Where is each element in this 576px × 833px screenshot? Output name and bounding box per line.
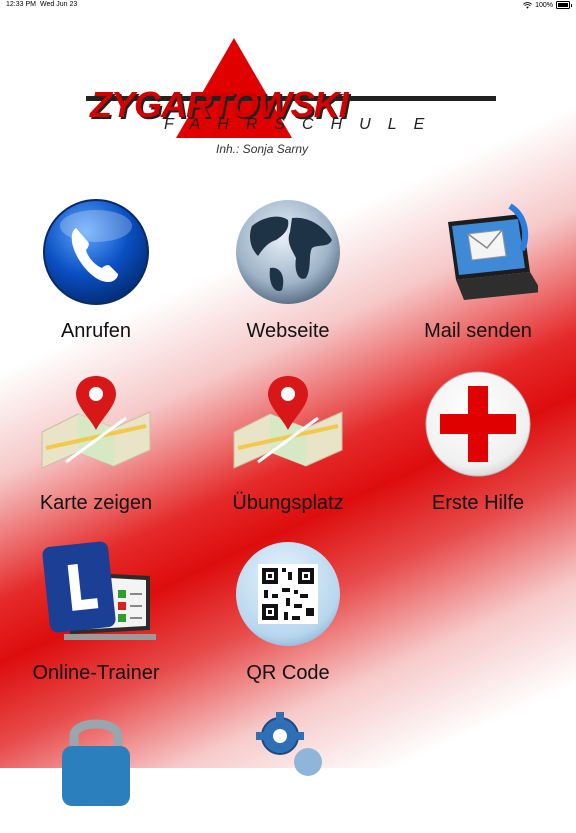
mail-laptop-icon <box>418 196 542 316</box>
tile-karte-zeigen[interactable]: Karte zeigen <box>6 368 186 515</box>
first-aid-cross-icon <box>418 368 538 488</box>
tile-settings[interactable] <box>198 708 378 832</box>
tile-uebungsplatz[interactable]: Übungsplatz <box>198 368 378 515</box>
logo-owner: Inh.: Sonja Sarny <box>216 142 309 156</box>
tile-label: Karte zeigen <box>39 492 153 514</box>
learner-trainer-icon <box>36 538 156 658</box>
tile-label: Online-Trainer <box>32 662 160 684</box>
wifi-icon <box>523 1 533 9</box>
gears-icon <box>228 708 348 828</box>
tile-qr-code[interactable]: QR Code <box>198 538 378 685</box>
battery-icon <box>556 1 572 9</box>
tile-label: Mail senden <box>424 320 532 342</box>
map-pin-icon <box>228 368 348 488</box>
tile-anrufen[interactable]: Anrufen <box>6 196 186 343</box>
logo-subtitle: FAHRSCHULE <box>164 116 442 133</box>
padlock-icon <box>36 708 156 828</box>
tile-lock[interactable] <box>6 708 186 832</box>
tile-mail-senden[interactable]: Mail senden <box>388 196 568 343</box>
tile-label: Übungsplatz <box>232 492 344 514</box>
status-bar: 12:33 PM Wed Jun 23 100% <box>0 0 576 12</box>
status-time: 12:33 PM <box>6 1 36 8</box>
map-pin-icon <box>36 368 156 488</box>
qr-code-icon <box>228 538 348 658</box>
tile-label: Webseite <box>246 320 330 342</box>
battery-percent: 100% <box>535 1 553 9</box>
tile-webseite[interactable]: Webseite <box>198 196 378 343</box>
tile-label: QR Code <box>246 662 330 684</box>
app-logo: ZYGARTOWSKI FAHRSCHULE Inh.: Sonja Sarny <box>76 36 506 164</box>
tile-erste-hilfe[interactable]: Erste Hilfe <box>388 368 568 515</box>
phone-icon <box>36 196 156 316</box>
tile-online-trainer[interactable]: Online-Trainer <box>6 538 186 685</box>
status-date: Wed Jun 23 <box>40 1 78 8</box>
status-right: 100% <box>523 1 572 9</box>
tile-label: Anrufen <box>60 320 132 342</box>
tile-label: Erste Hilfe <box>431 492 525 514</box>
globe-icon <box>228 196 348 316</box>
